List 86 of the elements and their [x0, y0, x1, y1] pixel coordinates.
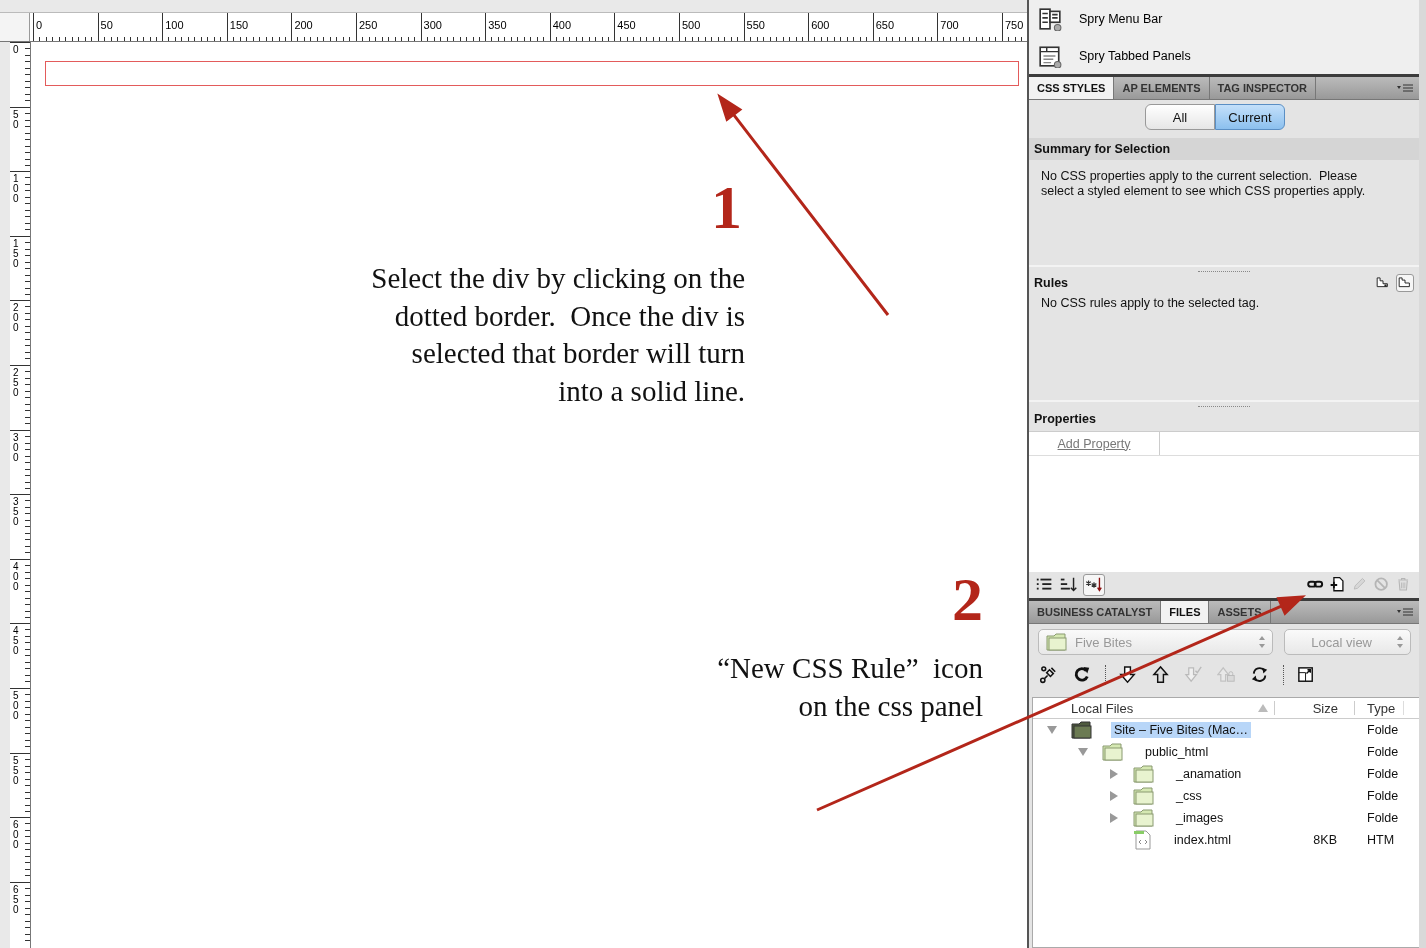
- file-size: 8KB: [1313, 833, 1337, 847]
- disclosure-triangle-icon[interactable]: [1046, 724, 1058, 736]
- file-name[interactable]: index.html: [1171, 832, 1234, 848]
- ruler-label: 350: [488, 19, 507, 31]
- disclosure-triangle-icon[interactable]: [1108, 768, 1120, 780]
- panel-tab[interactable]: CSS STYLES: [1029, 77, 1115, 99]
- file-name[interactable]: _css: [1173, 788, 1205, 804]
- insert-item[interactable]: Spry Menu Bar: [1079, 11, 1163, 26]
- column-header[interactable]: Type: [1367, 700, 1396, 716]
- toggle-button[interactable]: Current: [1215, 104, 1285, 130]
- ruler-label: 550: [13, 753, 20, 786]
- disclosure-triangle-icon[interactable]: [1108, 790, 1120, 802]
- disclosure-triangle-icon[interactable]: [1077, 746, 1089, 758]
- summary-text: No CSS properties apply to the current selection. Please select a styled element to see which CSS properties apply.: [1040, 168, 1367, 200]
- folder-icon: [1101, 742, 1125, 762]
- ruler-label: 300: [13, 430, 20, 463]
- ruler-label: 300: [423, 19, 442, 31]
- ruler-label: 450: [13, 624, 20, 657]
- ruler-label: 50: [13, 107, 20, 130]
- section-title: Rules: [1034, 276, 1070, 290]
- ruler-label: 250: [13, 365, 20, 398]
- new-document-icon[interactable]: [1329, 576, 1347, 594]
- section-header: Summary for Selection: [1029, 138, 1419, 160]
- file-type: Folde: [1367, 811, 1399, 825]
- column-header[interactable]: Size: [1312, 700, 1338, 716]
- step-number: 1: [711, 176, 742, 238]
- folder-icon: [1132, 808, 1156, 828]
- insert-item[interactable]: Spry Tabbed Panels: [1079, 48, 1191, 63]
- ruler-label: 550: [746, 19, 765, 31]
- ruler-label: 50: [100, 19, 113, 31]
- ruler-label: 0: [36, 19, 43, 31]
- asterisk-sort-icon[interactable]: [1083, 574, 1105, 596]
- file-name[interactable]: Site – Five Bites (Mac…: [1111, 722, 1252, 738]
- file-type: Folde: [1367, 789, 1399, 803]
- up-down-arrows-icon: [1258, 635, 1266, 649]
- column-header[interactable]: Local Files: [1071, 700, 1134, 716]
- ruler-label: 500: [681, 19, 701, 31]
- html-file-icon: [1132, 829, 1154, 851]
- ruler-label: 150: [229, 19, 249, 31]
- steps-icon[interactable]: [1396, 274, 1414, 292]
- div-outline[interactable]: [45, 61, 1019, 86]
- file-type: HTM: [1367, 833, 1395, 847]
- file-name[interactable]: _images: [1173, 810, 1227, 826]
- toggle-button[interactable]: All: [1145, 104, 1215, 130]
- annotation-text: Select the div by clicking on the dotted border. Once the div is selected that border will turn into a solid line.: [371, 261, 745, 409]
- file-name[interactable]: public_html: [1142, 744, 1212, 760]
- panel-tab[interactable]: TAG INSPECTOR: [1209, 77, 1316, 99]
- ruler-label: 450: [617, 19, 636, 31]
- step-number: 2: [952, 568, 983, 630]
- up-down-arrows-icon: [1396, 635, 1404, 649]
- ruler-label: 650: [13, 882, 20, 915]
- ruler-label: 500: [13, 688, 20, 721]
- panel-tab[interactable]: FILES: [1161, 601, 1210, 623]
- ruler-label: 100: [165, 19, 184, 31]
- ruler-label: 0: [13, 43, 20, 55]
- file-type: Folde: [1367, 767, 1399, 781]
- ruler-label: 600: [811, 19, 830, 31]
- panel-menu-icon[interactable]: [1397, 607, 1413, 617]
- ruler-label: 650: [875, 19, 895, 31]
- ruler-label: 200: [294, 19, 313, 31]
- ruler-label: 250: [358, 19, 378, 31]
- rules-text: No CSS rules apply to the selected tag.: [1040, 295, 1261, 312]
- site-folder-icon: [1070, 720, 1094, 740]
- ruler-label: 100: [13, 172, 20, 205]
- tabbed-panels-icon[interactable]: [1038, 43, 1062, 68]
- ruler-label: 150: [13, 236, 20, 269]
- ruler-label: 400: [13, 559, 20, 592]
- file-name[interactable]: _anamation: [1173, 766, 1245, 782]
- sort-ascending-icon: [1258, 704, 1268, 712]
- ruler-label: 400: [552, 19, 572, 31]
- file-type: Folde: [1367, 745, 1399, 759]
- panel-tab[interactable]: AP ELEMENTS: [1114, 77, 1210, 99]
- ruler-label: 600: [13, 818, 20, 851]
- folder-icon: [1132, 786, 1156, 806]
- annotation-text: “New CSS Rule” icon on the css panel: [717, 651, 983, 724]
- menu-bar-icon[interactable]: [1038, 6, 1062, 31]
- ruler-label: 700: [940, 19, 959, 31]
- ruler-label: 200: [13, 301, 20, 334]
- panel-menu-icon[interactable]: [1397, 83, 1413, 93]
- ruler-label: 350: [13, 495, 20, 528]
- ruler-label: 750: [1004, 19, 1024, 31]
- disclosure-triangle-icon[interactable]: [1108, 812, 1120, 824]
- section-title: Properties: [1034, 412, 1097, 426]
- file-type: Folde: [1367, 723, 1399, 737]
- folder-icon: [1132, 764, 1156, 784]
- folder-icon: [1045, 632, 1069, 652]
